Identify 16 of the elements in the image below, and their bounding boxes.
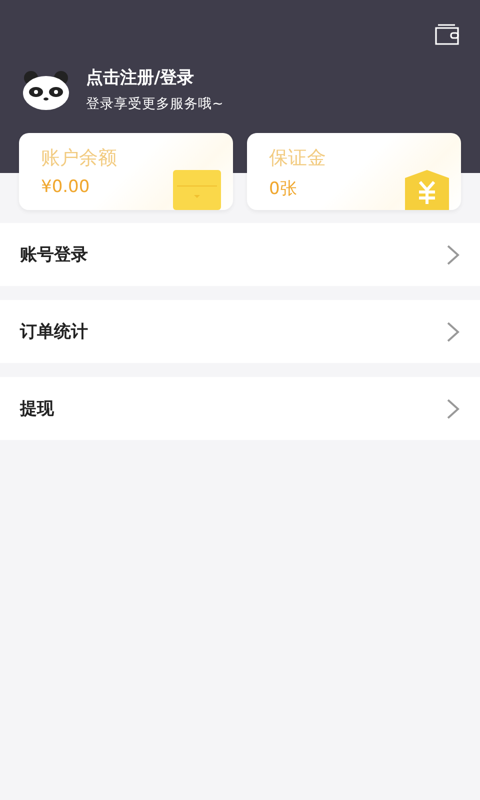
folder-icon	[173, 170, 221, 210]
menu-item[interactable]: 订单统计	[0, 300, 480, 363]
login-subtitle: 登录享受更多服务哦~	[86, 95, 224, 113]
wallet-icon[interactable]	[434, 22, 460, 46]
chevron-right-icon	[446, 320, 460, 342]
card-value: ¥0.00	[41, 177, 90, 197]
shield-yen-icon	[405, 170, 449, 210]
menu-item[interactable]: 账号登录	[0, 223, 480, 286]
panda-avatar[interactable]	[22, 68, 70, 110]
card-label: 账户余额	[41, 146, 117, 171]
chevron-right-icon	[446, 244, 460, 266]
login-prompt[interactable]: 点击注册/登录	[86, 66, 224, 89]
menu-item[interactable]: 提现	[0, 377, 480, 440]
chevron-right-icon	[446, 398, 460, 420]
card-label: 保证金	[269, 146, 326, 171]
card-value: 0张	[269, 178, 297, 200]
